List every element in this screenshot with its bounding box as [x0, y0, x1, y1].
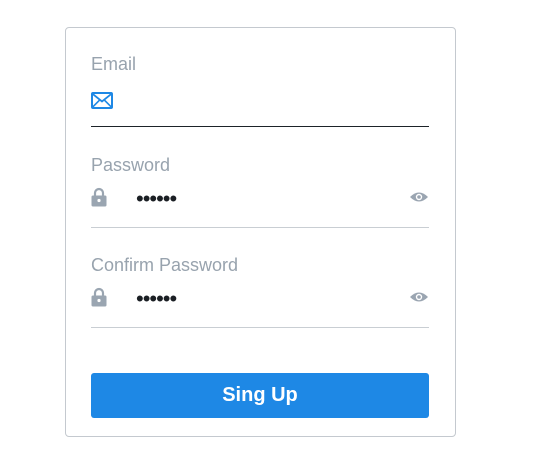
envelope-icon [91, 92, 113, 109]
email-field-group: Email [91, 54, 429, 129]
confirm-password-input[interactable]: •••••• [136, 288, 177, 310]
password-label: Password [91, 155, 171, 175]
password-input[interactable]: •••••• [136, 188, 177, 210]
confirm-password-field-group: Confirm Password •••••• [91, 255, 429, 330]
confirm-password-label: Confirm Password [91, 255, 239, 275]
email-input[interactable] [136, 92, 426, 112]
password-underline [91, 227, 429, 228]
confirm-password-underline [91, 327, 429, 328]
lock-icon [91, 187, 107, 207]
eye-icon[interactable] [409, 291, 429, 303]
sign-up-button[interactable]: Sing Up [91, 373, 429, 418]
email-underline [91, 126, 429, 127]
signup-card: Email Password •••••• Confirm Password •… [65, 27, 456, 437]
password-field-group: Password •••••• [91, 155, 429, 230]
eye-icon[interactable] [409, 191, 429, 203]
email-label: Email [91, 54, 137, 74]
lock-icon [91, 287, 107, 307]
